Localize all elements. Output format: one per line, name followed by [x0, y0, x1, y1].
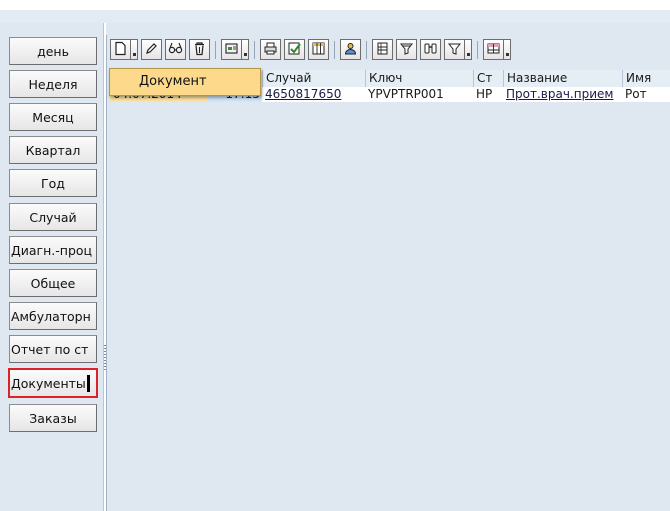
- cell-key: YPVPTRP001: [368, 87, 444, 101]
- new-document-icon: [113, 41, 128, 59]
- find-binoculars-icon: [423, 41, 438, 59]
- display-button[interactable]: [165, 39, 186, 60]
- nav-week-button[interactable]: Неделя: [9, 70, 97, 98]
- edit-pencil-icon: [144, 41, 159, 59]
- filter-button[interactable]: [396, 39, 417, 60]
- cell-case-link[interactable]: 4650817650: [262, 87, 365, 102]
- document-options-button[interactable]: [221, 39, 242, 60]
- set-filter-dropdown[interactable]: [465, 39, 472, 60]
- nav-case-button[interactable]: Случай: [9, 203, 97, 231]
- layout-icon: [486, 41, 501, 59]
- nav-general-button[interactable]: Общее: [9, 269, 97, 297]
- nav-diagnosis-procedure-button[interactable]: Диагн.-проц: [9, 236, 97, 264]
- set-filter-icon: [447, 41, 462, 59]
- dropdown-arrow-icon: [243, 53, 247, 56]
- person-icon: [343, 41, 358, 59]
- grid-toolbar: [110, 37, 670, 62]
- text-cursor: [86, 374, 90, 392]
- document-options-icon: [224, 41, 239, 59]
- navigation-panel: день Неделя Месяц Квартал Год Случай Диа…: [0, 23, 104, 511]
- check-approve-icon: [287, 41, 302, 59]
- trash-icon: [192, 41, 207, 59]
- column-header-name[interactable]: Название: [503, 70, 622, 87]
- top-band: [0, 0, 670, 10]
- column-header-case[interactable]: Случай: [262, 70, 365, 87]
- print-icon: [263, 41, 278, 59]
- nav-report-button[interactable]: Отчет по ст: [9, 335, 97, 363]
- nav-month-button[interactable]: Месяц: [9, 103, 97, 131]
- title-bar: [0, 10, 670, 23]
- toolbar-separator: [254, 40, 255, 59]
- cell-status: НР: [476, 87, 493, 101]
- nav-year-button[interactable]: Год: [9, 169, 97, 197]
- new-document-menu-item[interactable]: Документ: [109, 68, 261, 96]
- dropdown-arrow-icon: [505, 53, 509, 56]
- toolbar-separator: [366, 40, 367, 59]
- nav-orders-button[interactable]: Заказы: [9, 404, 97, 432]
- nav-documents-label: Документы: [11, 375, 86, 391]
- dropdown-arrow-icon: [466, 53, 470, 56]
- new-document-button[interactable]: [110, 39, 131, 60]
- delete-button[interactable]: [189, 39, 210, 60]
- find-button[interactable]: [420, 39, 441, 60]
- toolbar-separator: [477, 40, 478, 59]
- column-header-person[interactable]: Имя: [622, 70, 670, 87]
- print-button[interactable]: [260, 39, 281, 60]
- print-list-icon: [375, 41, 390, 59]
- filter-icon: [399, 41, 414, 59]
- approve-button[interactable]: [284, 39, 305, 60]
- set-filter-button[interactable]: [444, 39, 465, 60]
- edit-button[interactable]: [141, 39, 162, 60]
- toolbar-separator: [215, 40, 216, 59]
- documents-panel: [106, 35, 670, 511]
- glasses-display-icon: [168, 41, 183, 59]
- dropdown-arrow-icon: [132, 53, 136, 56]
- print-list-button[interactable]: [372, 39, 393, 60]
- nav-documents-button[interactable]: Документы: [8, 368, 98, 398]
- layout-button[interactable]: [483, 39, 504, 60]
- table-grid-icon: [311, 41, 326, 59]
- nav-outpatient-button[interactable]: Амбулаторн: [9, 302, 97, 330]
- document-options-dropdown[interactable]: [242, 39, 249, 60]
- cell-person: Рот: [625, 87, 647, 101]
- cell-name-link[interactable]: Прот.врач.прием: [503, 87, 622, 102]
- layout-dropdown[interactable]: [504, 39, 511, 60]
- column-header-status[interactable]: Ст: [473, 70, 503, 87]
- column-header-key[interactable]: Ключ: [365, 70, 473, 87]
- person-button[interactable]: [340, 39, 361, 60]
- nav-day-button[interactable]: день: [9, 37, 97, 65]
- new-document-dropdown[interactable]: [131, 39, 138, 60]
- toolbar-separator: [334, 40, 335, 59]
- nav-quarter-button[interactable]: Квартал: [9, 136, 97, 164]
- table-view-button[interactable]: [308, 39, 329, 60]
